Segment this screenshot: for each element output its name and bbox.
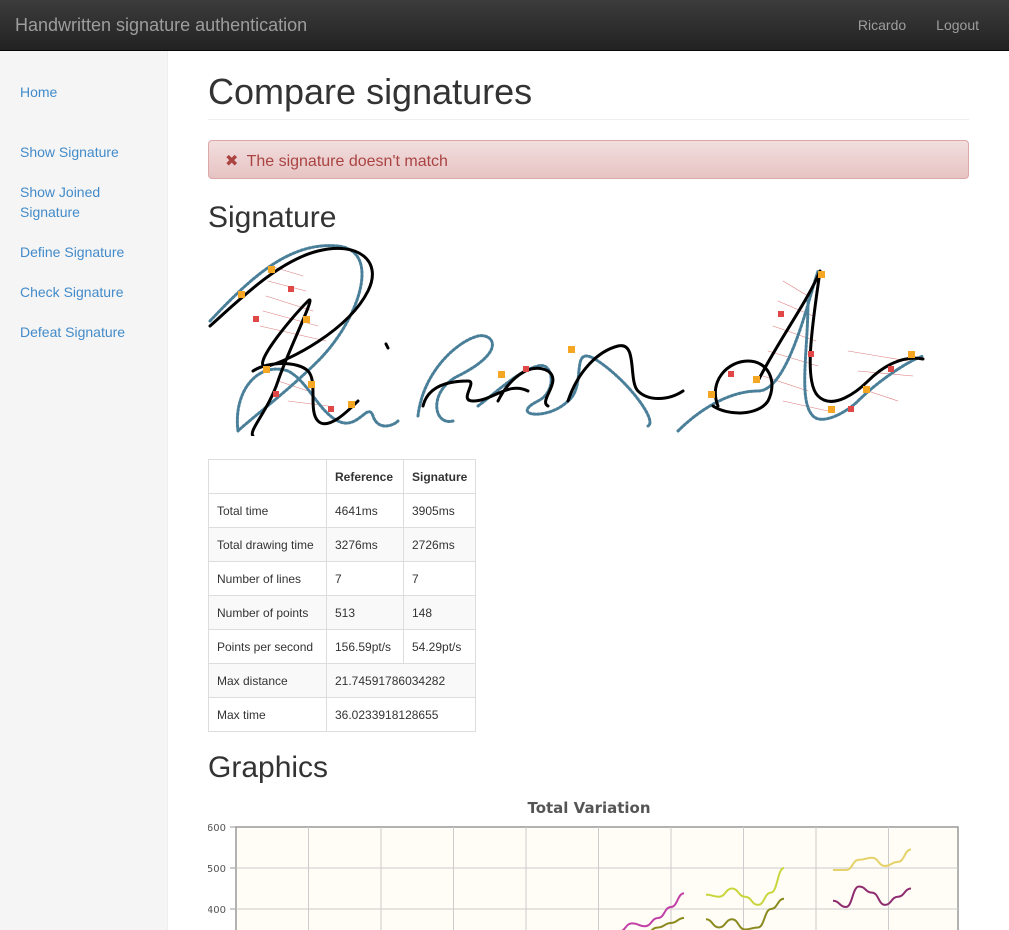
sidebar-item-check-signature[interactable]: Check Signature [20, 282, 150, 302]
signature-canvas [208, 244, 925, 436]
navbar: Handwritten signature authentication Ric… [0, 0, 1009, 51]
table-row: Number of lines 7 7 [208, 561, 477, 596]
alert-text: The signature doesn't match [246, 153, 448, 170]
chart-title: Total Variation [527, 799, 650, 817]
stats-table: Reference Signature Total time 4641ms 39… [208, 459, 477, 732]
sidebar: Home Show Signature Show Joined Signatur… [0, 51, 168, 930]
table-row: Total time 4641ms 3905ms [208, 493, 477, 528]
y-tick-label: 400 [208, 905, 226, 916]
nav-user-link[interactable]: Ricardo [843, 0, 921, 51]
table-cell: 36.0233918128655 [325, 697, 477, 732]
sidebar-item-home[interactable]: Home [20, 82, 150, 102]
table-cell: 513 [326, 595, 404, 630]
sidebar-item-define-signature[interactable]: Define Signature [20, 242, 150, 262]
table-row: Max time 36.0233918128655 [208, 697, 477, 732]
table-cell: Number of lines [208, 561, 327, 596]
table-cell: 7 [326, 561, 404, 596]
table-cell: Max distance [208, 663, 327, 698]
plot-area [235, 826, 959, 930]
table-header: Reference [326, 459, 404, 494]
reference-stroke [208, 244, 925, 433]
table-row: Max distance 21.74591786034282 [208, 663, 477, 698]
table-cell: 3905ms [402, 493, 477, 528]
table-cell: 54.29pt/s [402, 629, 477, 664]
nav-logout-link[interactable]: Logout [921, 0, 994, 51]
table-row: Total drawing time 3276ms 2726ms [208, 527, 477, 562]
table-cell: Points per second [208, 629, 327, 664]
table-row: Number of points 513 148 [208, 595, 477, 630]
table-cell: 7 [402, 561, 477, 596]
table-cell: 4641ms [326, 493, 404, 528]
test-stroke [208, 246, 925, 436]
title-divider [208, 119, 969, 120]
table-cell: Max time [208, 697, 327, 732]
table-header: Signature [402, 459, 477, 494]
page-title: Compare signatures [208, 71, 533, 112]
nav-right: Ricardo Logout [843, 0, 994, 51]
table-cell: 156.59pt/s [326, 629, 404, 664]
error-alert: ✖ The signature doesn't match [208, 140, 969, 179]
table-cell: Number of points [208, 595, 327, 630]
signature-heading: Signature [208, 201, 337, 234]
graphics-heading: Graphics [208, 751, 329, 784]
table-cell: 2726ms [402, 527, 477, 562]
table-cell: Total time [208, 493, 327, 528]
table-cell: Total drawing time [208, 527, 327, 562]
total-variation-chart: Total Variation 600 500 400 [208, 799, 959, 930]
sidebar-item-show-joined-signature[interactable]: Show Joined Signature [20, 182, 150, 222]
y-tick-label: 600 [208, 823, 226, 834]
error-x-icon: ✖ [225, 153, 239, 170]
table-header-row: Reference Signature [208, 459, 477, 494]
y-tick-label: 500 [208, 864, 226, 875]
sidebar-item-defeat-signature[interactable]: Defeat Signature [20, 322, 150, 342]
table-header [208, 459, 327, 494]
sidebar-item-show-signature[interactable]: Show Signature [20, 142, 150, 162]
table-cell: 21.74591786034282 [325, 663, 477, 698]
table-row: Points per second 156.59pt/s 54.29pt/s [208, 629, 477, 664]
table-cell: 148 [402, 595, 477, 630]
y-tick-labels: 600 500 400 [208, 823, 236, 916]
table-cell: 3276ms [326, 527, 404, 562]
brand[interactable]: Handwritten signature authentication [15, 15, 307, 36]
